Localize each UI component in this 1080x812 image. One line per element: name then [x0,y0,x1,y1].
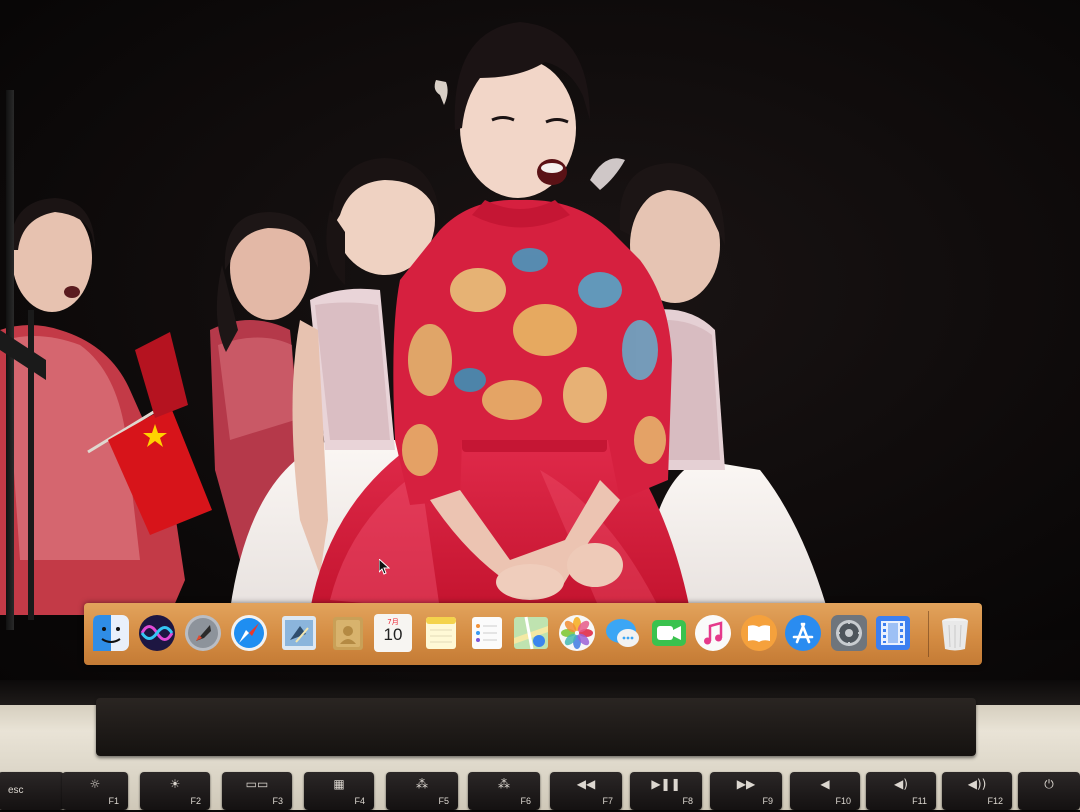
dock-item-siri[interactable] [138,614,176,652]
mail-icon [282,616,316,650]
dock-item-quicktime[interactable] [874,614,912,652]
keyboard-light-down-icon: ⁂ [416,777,428,791]
key-f1[interactable]: ☼ F1 [62,772,128,810]
app-store-icon [785,615,821,651]
key-f8[interactable]: ▶❚❚ F8 [630,772,702,810]
dock-item-finder[interactable] [92,614,130,652]
dock-item-safari[interactable] [230,614,268,652]
dock-item-music[interactable] [694,614,732,652]
quicktime-icon [876,616,910,650]
key-power[interactable]: ⏻ [1018,772,1080,810]
mouse-cursor [378,557,391,579]
play-pause-icon: ▶❚❚ [651,777,681,791]
key-label: F8 [682,796,693,806]
mission-control-icon: ▭▭ [245,777,269,791]
dock-item-system-preferences[interactable] [830,614,868,652]
dock-item-maps[interactable] [512,614,550,652]
dock-item-notes[interactable] [422,614,460,652]
volume-up-icon: ◀)) [967,777,987,791]
launchpad-key-icon: ▦ [333,777,345,791]
key-f6[interactable]: ⁂ F6 [468,772,540,810]
calendar-day: 10 [383,625,403,644]
key-label: F11 [912,796,927,806]
music-icon [695,615,731,651]
key-label: F12 [987,796,1003,806]
key-label: F1 [108,796,119,806]
key-f12[interactable]: ◀)) F12 [942,772,1012,810]
key-f4[interactable]: ▦ F4 [304,772,374,810]
messages-icon [606,619,639,647]
safari-icon [231,615,267,651]
trash-icon [942,618,968,651]
video-frame [0,0,1080,640]
maps-icon [514,616,548,650]
key-f5[interactable]: ⁂ F5 [386,772,458,810]
dock-item-calendar[interactable]: 7月 10 [374,614,412,652]
key-label: F7 [602,796,613,806]
key-label: F4 [354,796,365,806]
key-label: F5 [438,796,449,806]
dock-item-facetime[interactable] [650,614,688,652]
laptop-hinge [96,698,976,756]
contacts-icon [333,617,363,650]
key-f11[interactable]: ◀) F11 [866,772,936,810]
notes-icon [426,617,456,649]
function-key-row: esc ☼ F1 ☀ F2 ▭▭ F3 ▦ F4 ⁂ F5 ⁂ F6 ◀◀ F7 [0,772,1080,812]
brightness-up-icon: ☀ [169,777,181,791]
key-label: F6 [520,796,531,806]
desktop-screen: 7月 10 [0,0,1080,690]
photos-icon [559,615,595,651]
dock-item-books[interactable] [740,614,778,652]
key-label: F3 [272,796,283,806]
siri-icon [139,615,175,651]
dock-item-launchpad[interactable] [184,614,222,652]
dock-item-messages[interactable] [604,614,642,652]
facetime-icon [652,620,686,646]
launchpad-icon [185,615,221,651]
key-label: esc [8,785,24,796]
key-label: F2 [190,796,201,806]
dock-item-trash[interactable] [936,614,974,652]
dock-item-app-store[interactable] [784,614,822,652]
system-preferences-icon [831,615,867,651]
key-f3[interactable]: ▭▭ F3 [222,772,292,810]
dock: 7月 10 [84,603,982,665]
volume-down-icon: ◀) [894,777,908,791]
key-f7[interactable]: ◀◀ F7 [550,772,622,810]
keyboard-light-up-icon: ⁂ [498,777,510,791]
dock-item-contacts[interactable] [329,614,367,652]
power-icon: ⏻ [1044,777,1054,791]
dock-item-photos[interactable] [558,614,596,652]
dock-separator [928,611,929,657]
fast-forward-icon: ▶▶ [736,777,756,791]
key-label: F9 [762,796,773,806]
rewind-icon: ◀◀ [576,777,596,791]
dock-item-reminders[interactable] [468,614,506,652]
books-icon [741,615,777,651]
dock-item-mail[interactable] [280,614,318,652]
key-label: F10 [835,796,851,806]
key-esc[interactable]: esc [0,772,64,810]
brightness-down-icon: ☼ [89,777,101,791]
mute-icon: ◀ [820,777,830,791]
reminders-icon [472,617,502,649]
finder-icon [93,615,129,651]
key-f10[interactable]: ◀ F10 [790,772,860,810]
key-f9[interactable]: ▶▶ F9 [710,772,782,810]
photo-of-laptop-screen: 7月 10 esc ☼ F1 ☀ F2 ▭▭ F3 ▦ F4 ⁂ F5 ⁂ F6… [0,0,1080,810]
key-f2[interactable]: ☀ F2 [140,772,210,810]
